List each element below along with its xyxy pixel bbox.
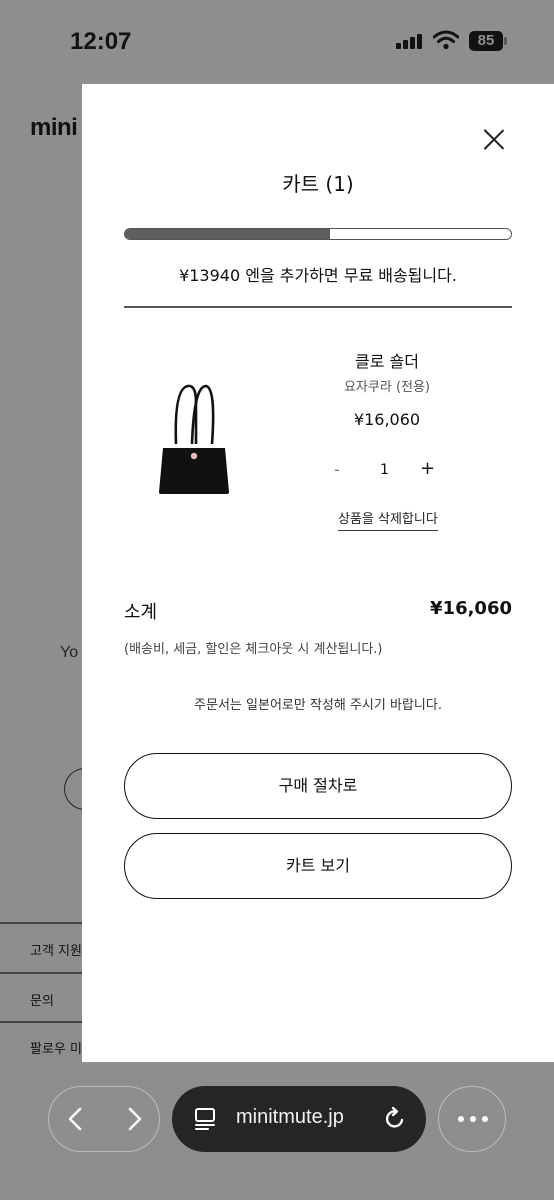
checkout-button[interactable]: 구매 절차로 bbox=[124, 753, 512, 819]
signal-icon bbox=[396, 33, 424, 49]
footer-item-follow: 팔로우 미 bbox=[30, 1042, 82, 1057]
quantity-increase-button[interactable]: + bbox=[420, 458, 435, 479]
wifi-icon bbox=[433, 30, 459, 50]
close-icon[interactable] bbox=[482, 128, 506, 152]
more-icon bbox=[458, 1116, 488, 1122]
navigation-pill bbox=[48, 1086, 160, 1152]
footer-item-contact: 문의 bbox=[30, 994, 54, 1009]
tax-note: (배송비, 세금, 할인은 체크아웃 시 계산됩니다.) bbox=[124, 642, 383, 657]
shipping-message: ¥13940 엔을 추가하면 무료 배송됩니다. bbox=[179, 266, 457, 285]
subtotal-value: ¥16,060 bbox=[430, 598, 512, 619]
product-price: ¥16,060 bbox=[353, 410, 421, 429]
battery-icon: 85 bbox=[469, 31, 503, 51]
remove-item-link[interactable]: 상품을 삭제합니다 bbox=[338, 508, 438, 531]
browser-toolbar: minitmute.jp bbox=[0, 1062, 554, 1200]
quantity-value[interactable]: 1 bbox=[380, 462, 389, 478]
divider bbox=[124, 306, 512, 308]
status-time: 12:07 bbox=[70, 28, 132, 55]
reload-icon[interactable] bbox=[382, 1106, 408, 1132]
quantity-decrease-button[interactable]: - bbox=[334, 460, 340, 479]
status-bar: 12:07 85 bbox=[0, 0, 554, 84]
product-name[interactable]: 클로 숄더 bbox=[282, 348, 492, 372]
subtotal-label: 소계 bbox=[124, 602, 158, 623]
language-note: 주문서는 일본어로만 작성해 주시기 바랍니다. bbox=[194, 698, 442, 713]
product-variant: 요자쿠라 (전용) bbox=[343, 380, 431, 395]
footer-divider bbox=[0, 972, 84, 974]
footer-item-support: 고객 지원 bbox=[30, 944, 82, 959]
forward-icon[interactable] bbox=[121, 1106, 147, 1132]
back-icon[interactable] bbox=[63, 1106, 89, 1132]
battery-tip bbox=[504, 37, 507, 45]
cart-drawer: 카트 (1) ¥13940 엔을 추가하면 무료 배송됩니다. 클로 숄더 요자… bbox=[82, 84, 554, 1062]
product-image[interactable] bbox=[152, 382, 236, 496]
page-menu-icon[interactable] bbox=[192, 1106, 218, 1132]
background-text: Yo bbox=[60, 644, 79, 661]
progress-fill bbox=[125, 229, 330, 239]
site-logo: mini bbox=[30, 114, 78, 141]
more-options-button[interactable] bbox=[438, 1086, 506, 1152]
cart-title: 카트 (1) bbox=[282, 172, 354, 196]
url-text[interactable]: minitmute.jp bbox=[236, 1106, 344, 1129]
view-cart-button[interactable]: 카트 보기 bbox=[124, 833, 512, 899]
footer-divider bbox=[0, 922, 84, 924]
footer-divider bbox=[0, 1021, 84, 1023]
address-bar[interactable]: minitmute.jp bbox=[172, 1086, 426, 1152]
free-shipping-progress bbox=[124, 228, 512, 240]
